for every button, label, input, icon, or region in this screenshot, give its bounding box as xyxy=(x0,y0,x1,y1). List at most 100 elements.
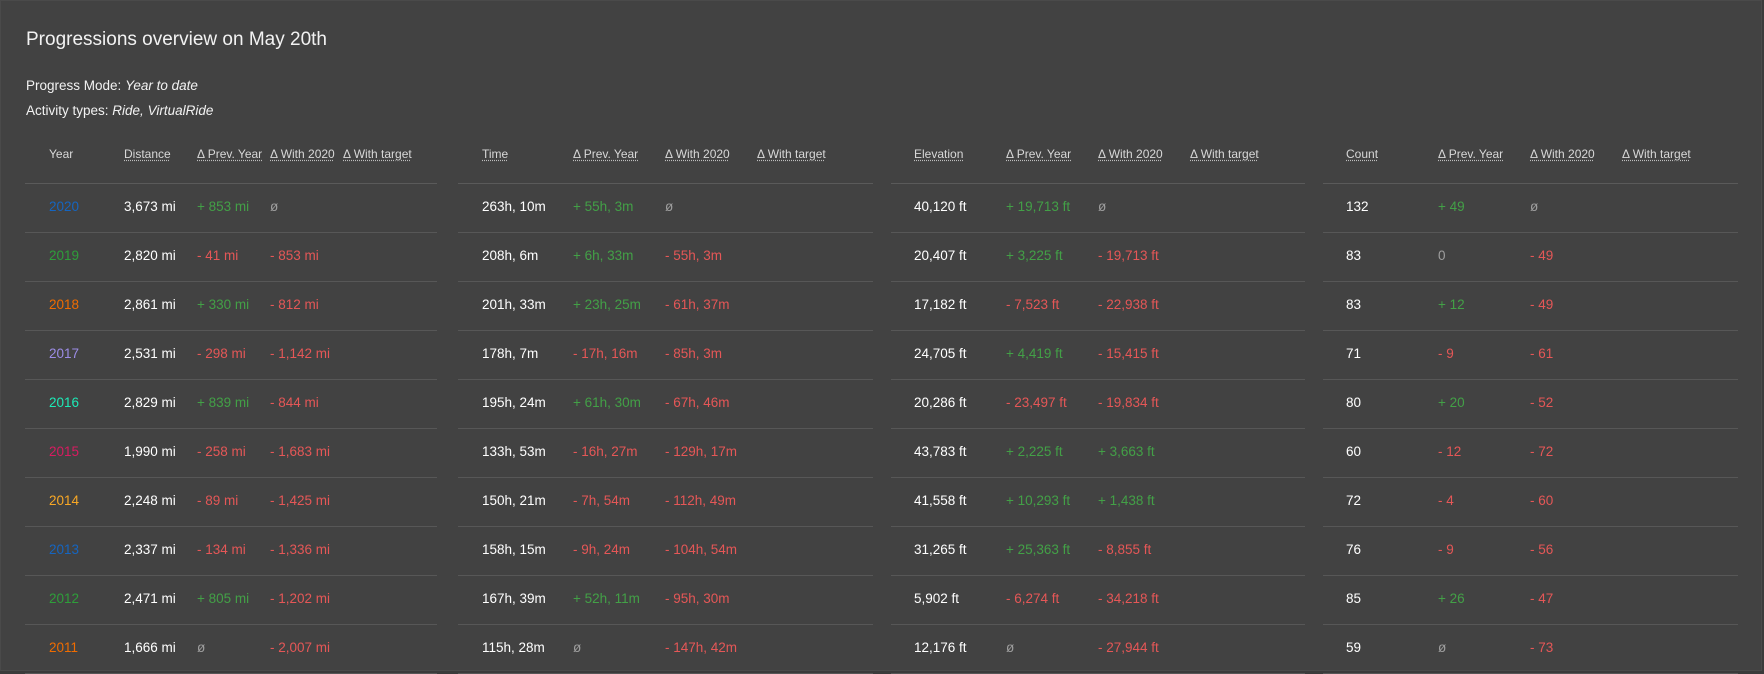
table-row: 158h, 15m - 9h, 24m - 104h, 54m xyxy=(458,527,873,576)
delta-with-2020-cell: - 129h, 17m xyxy=(665,444,738,459)
delta-prev-year-cell: + 55h, 3m xyxy=(573,199,634,214)
column-header-delta-with-target[interactable]: Δ With target xyxy=(343,147,412,161)
column-header-count[interactable]: Count xyxy=(1346,147,1378,161)
delta-prev-year-cell: + 6h, 33m xyxy=(573,248,634,263)
delta-prev-year-cell: + 25,363 ft xyxy=(1006,542,1071,557)
table-row: 263h, 10m + 55h, 3m ø xyxy=(458,184,873,233)
delta-prev-year-cell: + 839 mi xyxy=(197,395,250,410)
column-header-elevation[interactable]: Elevation xyxy=(914,147,963,161)
column-header-delta-prev-year[interactable]: Δ Prev. Year xyxy=(1006,147,1071,161)
value-cell: 83 xyxy=(1346,297,1362,312)
delta-with-2020-cell: - 85h, 3m xyxy=(665,346,723,361)
delta-with-2020-cell: - 60 xyxy=(1530,493,1554,508)
table-row: 2015 1,990 mi - 258 mi - 1,683 mi xyxy=(25,429,437,478)
column-header-time[interactable]: Time xyxy=(482,147,508,161)
delta-with-2020-cell: - 61h, 37m xyxy=(665,297,730,312)
delta-prev-year-cell: + 23h, 25m xyxy=(573,297,641,312)
value-cell: 2,337 mi xyxy=(124,542,176,557)
column-header-delta-prev-year[interactable]: Δ Prev. Year xyxy=(573,147,638,161)
table-row: 31,265 ft + 25,363 ft - 8,855 ft xyxy=(891,527,1305,576)
value-cell: 71 xyxy=(1346,346,1362,361)
progressions-card: Progressions overview on May 20th Progre… xyxy=(0,0,1762,674)
delta-prev-year-cell: - 134 mi xyxy=(197,542,246,557)
delta-prev-year-cell: ø xyxy=(197,640,206,655)
value-cell: 80 xyxy=(1346,395,1362,410)
table-row: 24,705 ft + 4,419 ft - 15,415 ft xyxy=(891,331,1305,380)
value-cell: 133h, 53m xyxy=(482,444,546,459)
table-row: 167h, 39m + 52h, 11m - 95h, 30m xyxy=(458,576,873,625)
delta-prev-year-cell: - 298 mi xyxy=(197,346,246,361)
value-cell: 41,558 ft xyxy=(914,493,967,508)
progress-mode-value: Year to date xyxy=(125,78,198,93)
table-row: 2019 2,820 mi - 41 mi - 853 mi xyxy=(25,233,437,282)
table-row: 2020 3,673 mi + 853 mi ø xyxy=(25,184,437,233)
delta-with-2020-cell: - 812 mi xyxy=(270,297,319,312)
value-cell: 2,471 mi xyxy=(124,591,176,606)
column-header-delta-with-target[interactable]: Δ With target xyxy=(757,147,826,161)
delta-with-2020-cell: - 1,142 mi xyxy=(270,346,331,361)
delta-with-2020-cell: + 3,663 ft xyxy=(1098,444,1155,459)
table-row: 85 + 26 - 47 xyxy=(1323,576,1738,625)
delta-with-2020-cell: - 34,218 ft xyxy=(1098,591,1159,606)
value-cell: 201h, 33m xyxy=(482,297,546,312)
delta-prev-year-cell: + 853 mi xyxy=(197,199,250,214)
table-row: 2012 2,471 mi + 805 mi - 1,202 mi xyxy=(25,576,437,625)
delta-with-2020-cell: - 147h, 42m xyxy=(665,640,738,655)
column-header-delta-with-2020[interactable]: Δ With 2020 xyxy=(1530,147,1595,161)
table-row: 43,783 ft + 2,225 ft + 3,663 ft xyxy=(891,429,1305,478)
value-cell: 2,248 mi xyxy=(124,493,176,508)
delta-prev-year-cell: - 17h, 16m xyxy=(573,346,638,361)
table-row: 150h, 21m - 7h, 54m - 112h, 49m xyxy=(458,478,873,527)
table-row: 2018 2,861 mi + 330 mi - 812 mi xyxy=(25,282,437,331)
delta-with-2020-cell: - 73 xyxy=(1530,640,1554,655)
delta-prev-year-cell: - 89 mi xyxy=(197,493,239,508)
delta-with-2020-cell: - 1,202 mi xyxy=(270,591,331,606)
delta-with-2020-cell: + 1,438 ft xyxy=(1098,493,1155,508)
delta-prev-year-cell: - 9 xyxy=(1438,542,1454,557)
table-row: 195h, 24m + 61h, 30m - 67h, 46m xyxy=(458,380,873,429)
value-cell: 2,861 mi xyxy=(124,297,176,312)
delta-prev-year-cell: - 7h, 54m xyxy=(573,493,631,508)
delta-with-2020-cell: - 67h, 46m xyxy=(665,395,730,410)
delta-with-2020-cell: - 49 xyxy=(1530,297,1554,312)
delta-prev-year-cell: ø xyxy=(573,640,582,655)
column-header-delta-prev-year[interactable]: Δ Prev. Year xyxy=(197,147,262,161)
delta-prev-year-cell: + 330 mi xyxy=(197,297,250,312)
year-label: 2012 xyxy=(49,591,80,606)
delta-with-2020-cell: - 52 xyxy=(1530,395,1554,410)
year-label: 2016 xyxy=(49,395,80,410)
value-cell: 5,902 ft xyxy=(914,591,960,606)
delta-prev-year-cell: + 10,293 ft xyxy=(1006,493,1071,508)
delta-prev-year-cell: + 19,713 ft xyxy=(1006,199,1071,214)
delta-prev-year-cell: + 26 xyxy=(1438,591,1465,606)
table-row: 76 - 9 - 56 xyxy=(1323,527,1738,576)
activity-types-value: Ride, VirtualRide xyxy=(112,103,214,118)
delta-with-2020-cell: - 2,007 mi xyxy=(270,640,331,655)
column-header-delta-with-target[interactable]: Δ With target xyxy=(1190,147,1259,161)
value-cell: 20,407 ft xyxy=(914,248,967,263)
activity-types-label: Activity types: xyxy=(26,103,109,118)
column-header-delta-with-2020[interactable]: Δ With 2020 xyxy=(270,147,335,161)
delta-with-2020-cell: ø xyxy=(665,199,674,214)
column-header-year: Year xyxy=(49,147,74,161)
table-row: 133h, 53m - 16h, 27m - 129h, 17m xyxy=(458,429,873,478)
column-header-delta-with-2020[interactable]: Δ With 2020 xyxy=(1098,147,1163,161)
table-row: 2016 2,829 mi + 839 mi - 844 mi xyxy=(25,380,437,429)
value-cell: 1,666 mi xyxy=(124,640,176,655)
column-header-delta-prev-year[interactable]: Δ Prev. Year xyxy=(1438,147,1503,161)
value-cell: 59 xyxy=(1346,640,1362,655)
table-row: 83 + 12 - 49 xyxy=(1323,282,1738,331)
table-row: 20,407 ft + 3,225 ft - 19,713 ft xyxy=(891,233,1305,282)
value-cell: 40,120 ft xyxy=(914,199,967,214)
value-cell: 72 xyxy=(1346,493,1362,508)
column-header-delta-with-2020[interactable]: Δ With 2020 xyxy=(665,147,730,161)
value-cell: 158h, 15m xyxy=(482,542,546,557)
delta-with-2020-cell: - 1,425 mi xyxy=(270,493,331,508)
delta-prev-year-cell: - 9h, 24m xyxy=(573,542,631,557)
column-header-distance[interactable]: Distance xyxy=(124,147,171,161)
delta-prev-year-cell: - 12 xyxy=(1438,444,1462,459)
delta-prev-year-cell: - 23,497 ft xyxy=(1006,395,1067,410)
delta-with-2020-cell: - 22,938 ft xyxy=(1098,297,1159,312)
progress-mode: Progress Mode: Year to date xyxy=(26,78,198,93)
column-header-delta-with-target[interactable]: Δ With target xyxy=(1622,147,1691,161)
